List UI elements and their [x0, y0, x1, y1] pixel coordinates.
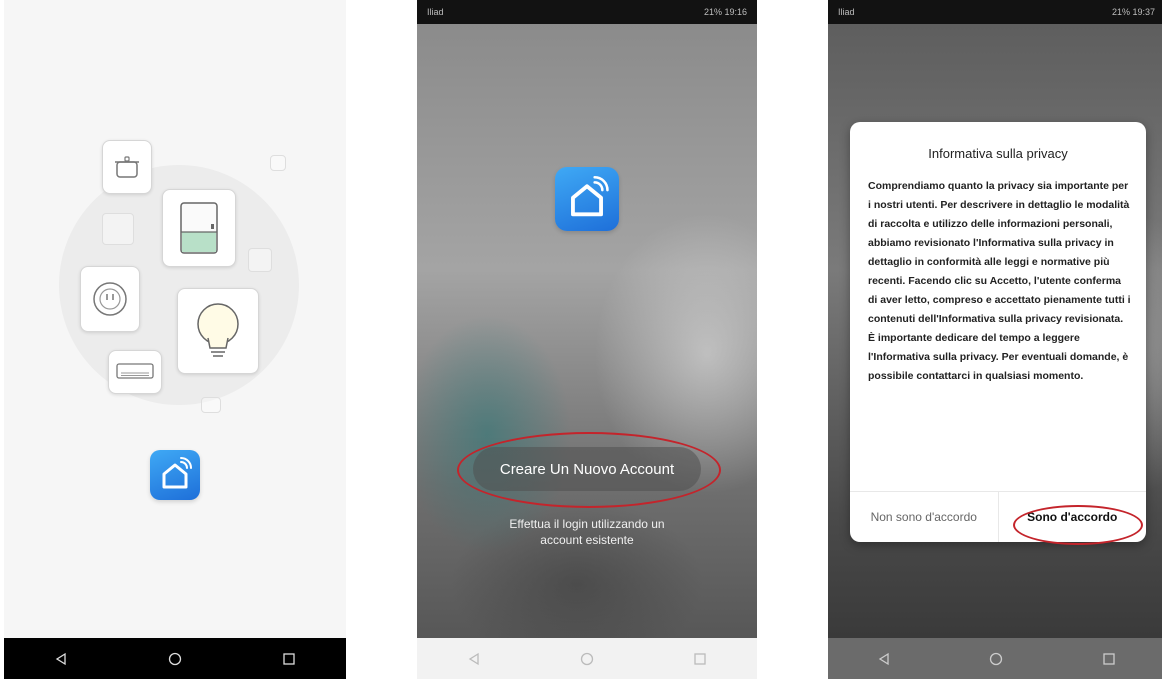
placeholder-tile	[201, 397, 221, 413]
placeholder-tile	[248, 248, 272, 272]
recents-square-icon	[694, 652, 706, 665]
back-button[interactable]	[444, 638, 504, 679]
navigation-bar	[4, 638, 346, 679]
home-circle-icon	[580, 652, 594, 665]
back-button[interactable]	[31, 638, 91, 679]
agree-button[interactable]: Sono d'accordo	[999, 492, 1147, 542]
light-bulb-icon	[197, 303, 239, 357]
privacy-screen: Iliad 21% 19:37 Informativa sulla privac…	[828, 0, 1162, 679]
cooker-device-tile	[102, 140, 152, 194]
splash-screen	[4, 0, 346, 679]
dialog-title: Informativa sulla privacy	[928, 146, 1068, 161]
welcome-screen: Iliad 21% 19:16 Creare Un Nuovo Account …	[417, 0, 757, 679]
bulb-device-tile	[177, 288, 259, 374]
battery-time-label: 21% 19:37	[1111, 7, 1155, 17]
home-circle-icon	[168, 652, 182, 665]
status-bar: Iliad 21% 19:16	[417, 0, 757, 24]
recents-button[interactable]	[670, 638, 730, 679]
back-triangle-icon	[878, 652, 889, 665]
socket-device-tile	[80, 266, 140, 332]
recents-square-icon	[283, 652, 295, 665]
navigation-bar	[828, 638, 1162, 679]
status-bar: Iliad 21% 19:37	[828, 0, 1162, 24]
disagree-button[interactable]: Non sono d'accordo	[850, 492, 999, 542]
home-button[interactable]	[557, 638, 617, 679]
air-conditioner-icon	[116, 363, 154, 379]
home-button[interactable]	[145, 638, 205, 679]
smart-home-icon	[571, 176, 609, 217]
login-link-line2: account esistente	[540, 533, 634, 547]
login-existing-account-link[interactable]: Effettua il login utilizzando un account…	[457, 516, 717, 548]
app-logo	[555, 167, 619, 231]
back-triangle-icon	[55, 652, 66, 665]
placeholder-tile	[102, 213, 134, 245]
privacy-dialog: Informativa sulla privacy Comprendiamo q…	[850, 122, 1146, 542]
create-account-button[interactable]: Creare Un Nuovo Account	[473, 447, 701, 491]
home-button[interactable]	[966, 638, 1026, 679]
navigation-bar	[417, 638, 757, 679]
carrier-label: Iliad	[427, 7, 444, 17]
battery-time-label: 21% 19:16	[703, 7, 747, 17]
dialog-actions: Non sono d'accordo Sono d'accordo	[850, 491, 1146, 542]
recents-button[interactable]	[259, 638, 319, 679]
pot-icon	[115, 156, 139, 178]
recents-square-icon	[1103, 652, 1115, 665]
privacy-policy-text: Comprendiamo quanto la privacy sia impor…	[868, 180, 1131, 382]
air-conditioner-device-tile	[108, 350, 162, 394]
login-link-line1: Effettua il login utilizzando un	[509, 517, 665, 531]
placeholder-tile	[270, 155, 286, 171]
back-triangle-icon	[468, 652, 479, 665]
smart-home-icon	[162, 457, 192, 489]
home-circle-icon	[990, 652, 1003, 665]
back-button[interactable]	[854, 638, 914, 679]
carrier-label: Iliad	[838, 7, 855, 17]
recents-button[interactable]	[1079, 638, 1139, 679]
socket-icon	[93, 282, 127, 316]
appliance-icon	[180, 202, 218, 254]
app-logo	[150, 450, 200, 500]
fridge-device-tile	[162, 189, 236, 267]
